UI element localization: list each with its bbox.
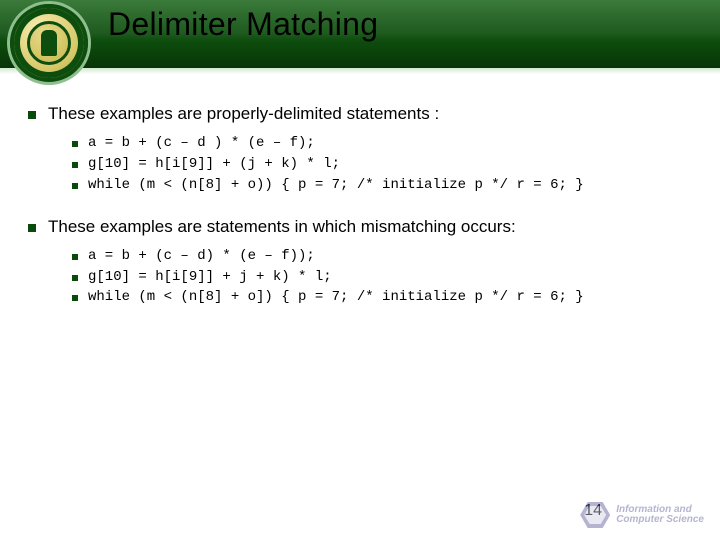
bullet-square-small-icon <box>72 254 78 260</box>
bullet-square-small-icon <box>72 183 78 189</box>
list-item: g[10] = h[i[9]] + (j + k) * l; <box>72 155 696 174</box>
bullet-square-icon <box>28 111 36 119</box>
code-line: a = b + (c – d) * (e – f)); <box>88 247 315 266</box>
code-line: a = b + (c – d ) * (e – f); <box>88 134 315 153</box>
list-item: a = b + (c – d ) * (e – f); <box>72 134 696 153</box>
bullet-square-small-icon <box>72 162 78 168</box>
footer-logo: Information and Computer Science <box>580 502 704 528</box>
bullet-square-icon <box>28 224 36 232</box>
header-band: Delimiter Matching <box>0 0 720 74</box>
code-line: while (m < (n[8] + o)) { p = 7; /* initi… <box>88 176 584 195</box>
ics-hex-icon <box>580 502 610 528</box>
code-line: g[10] = h[i[9]] + (j + k) * l; <box>88 155 340 174</box>
footer-line2: Computer Science <box>616 514 704 525</box>
code-list: a = b + (c – d) * (e – f)); g[10] = h[i[… <box>72 247 696 308</box>
code-line: while (m < (n[8] + o]) { p = 7; /* initi… <box>88 288 584 307</box>
university-seal-icon <box>10 4 88 82</box>
footer-line1: Information and <box>616 504 692 515</box>
code-list: a = b + (c – d ) * (e – f); g[10] = h[i[… <box>72 134 696 195</box>
slide-title: Delimiter Matching <box>108 6 378 43</box>
list-item: a = b + (c – d) * (e – f)); <box>72 247 696 266</box>
code-line: g[10] = h[i[9]] + j + k) * l; <box>88 268 332 287</box>
bullet-square-small-icon <box>72 295 78 301</box>
footer-dept-text: Information and Computer Science <box>616 505 704 526</box>
list-item: while (m < (n[8] + o)) { p = 7; /* initi… <box>72 176 696 195</box>
list-item: g[10] = h[i[9]] + j + k) * l; <box>72 268 696 287</box>
bullet-square-small-icon <box>72 141 78 147</box>
section-heading-text: These examples are properly-delimited st… <box>48 104 439 124</box>
section-heading-text: These examples are statements in which m… <box>48 217 516 237</box>
section-heading: These examples are properly-delimited st… <box>28 104 696 124</box>
bullet-square-small-icon <box>72 275 78 281</box>
content-area: These examples are properly-delimited st… <box>0 74 720 307</box>
section-heading: These examples are statements in which m… <box>28 217 696 237</box>
list-item: while (m < (n[8] + o]) { p = 7; /* initi… <box>72 288 696 307</box>
